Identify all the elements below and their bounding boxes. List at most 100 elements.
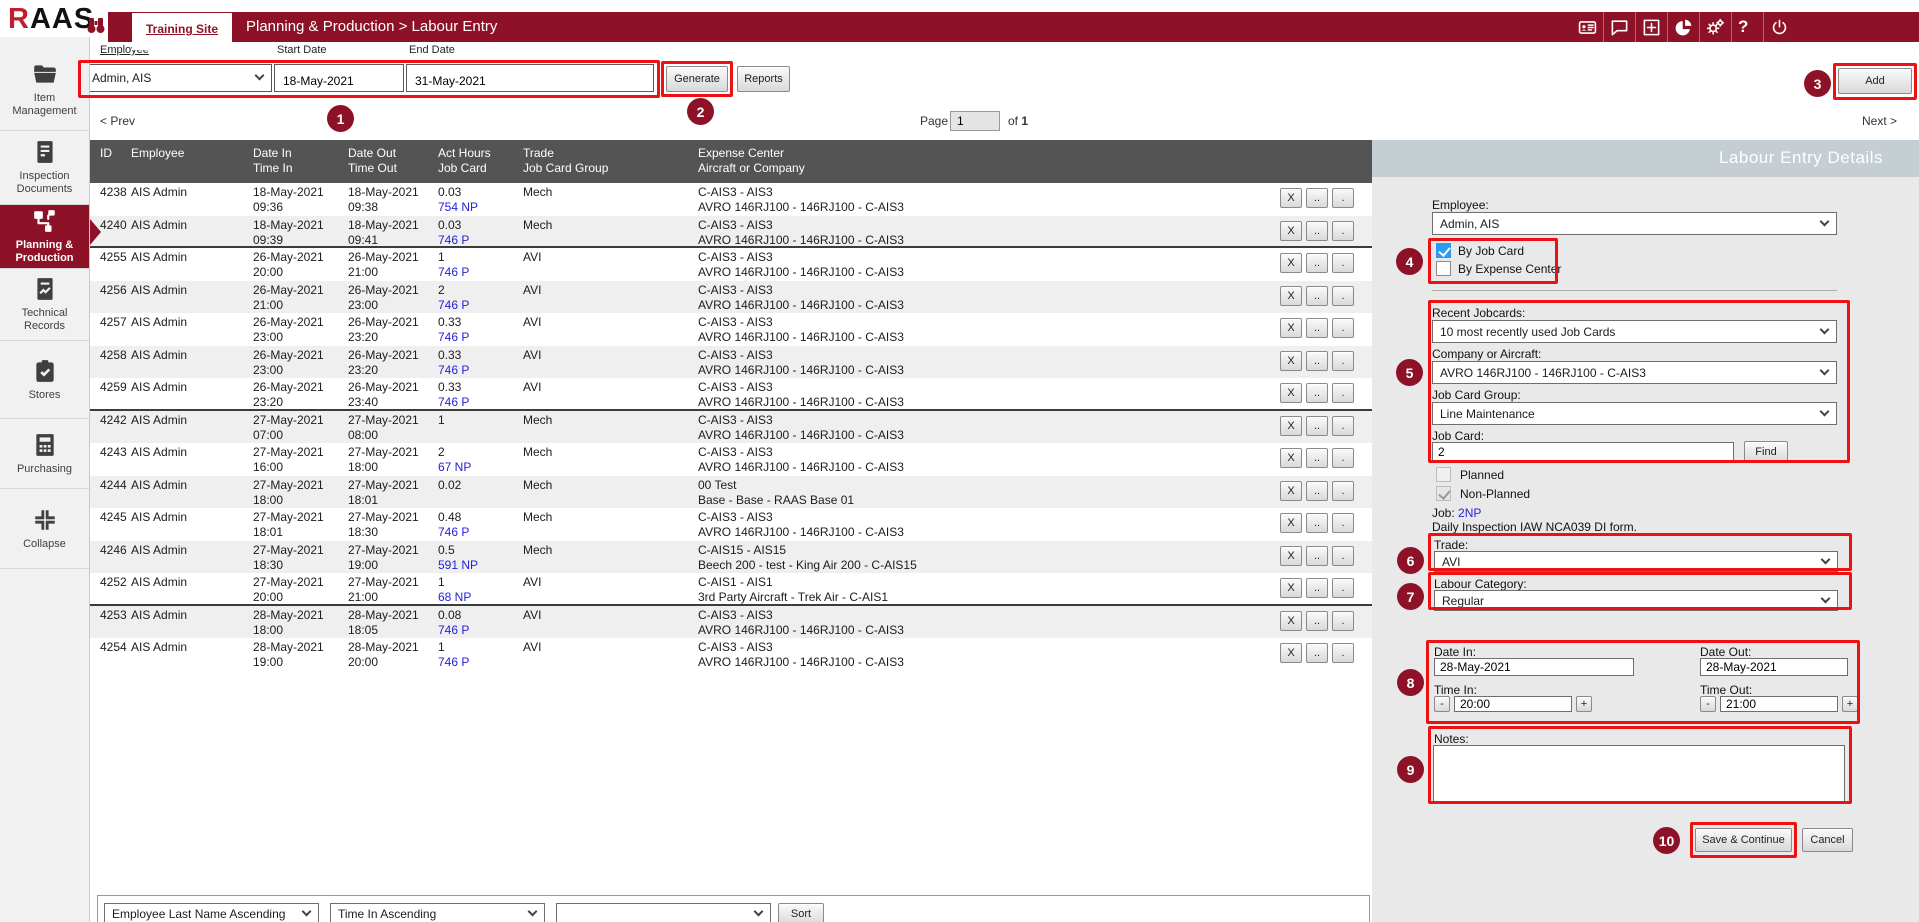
detail-row-button[interactable]: .	[1332, 578, 1354, 598]
sort-select-1[interactable]: Employee Last Name Ascending	[104, 903, 319, 922]
save-continue-button[interactable]: Save & Continue	[1695, 828, 1792, 852]
job-card-link[interactable]: 746 P	[438, 655, 523, 670]
sidebar-item-collapse[interactable]: Collapse	[0, 489, 89, 569]
chat-button[interactable]	[1603, 12, 1635, 42]
delete-row-button[interactable]: X	[1280, 643, 1302, 663]
add-button[interactable]: Add	[1838, 68, 1912, 94]
next-page-link[interactable]: Next >	[1862, 114, 1897, 128]
job-card-link[interactable]: 746 P	[438, 623, 523, 638]
by-job-card-checkbox[interactable]	[1436, 243, 1451, 258]
date-in-input[interactable]	[1434, 658, 1634, 676]
delete-row-button[interactable]: X	[1280, 513, 1302, 533]
job-card-link[interactable]: 67 NP	[438, 460, 523, 475]
edit-row-button[interactable]: ..	[1306, 448, 1328, 468]
job-card-input[interactable]	[1432, 442, 1734, 462]
job-card-link[interactable]: 746 P	[438, 395, 523, 409]
detail-row-button[interactable]: .	[1332, 513, 1354, 533]
delete-row-button[interactable]: X	[1280, 221, 1302, 241]
time-in-plus-button[interactable]: +	[1576, 696, 1592, 712]
job-card-link[interactable]: 746 P	[438, 265, 523, 280]
delete-row-button[interactable]: X	[1280, 351, 1302, 371]
edit-row-button[interactable]: ..	[1306, 351, 1328, 371]
power-button[interactable]	[1763, 12, 1795, 42]
reports-button[interactable]: Reports	[737, 66, 790, 92]
pie-chart-button[interactable]	[1667, 12, 1699, 42]
sidebar-item-stores[interactable]: Stores	[0, 341, 89, 419]
delete-row-button[interactable]: X	[1280, 448, 1302, 468]
labour-category-select[interactable]: Regular	[1434, 590, 1838, 611]
detail-row-button[interactable]: .	[1332, 221, 1354, 241]
sort-button[interactable]: Sort	[778, 903, 824, 922]
edit-row-button[interactable]: ..	[1306, 416, 1328, 436]
sidebar-item-inspection-documents[interactable]: Inspection Documents	[0, 131, 89, 205]
delete-row-button[interactable]: X	[1280, 416, 1302, 436]
delete-row-button[interactable]: X	[1280, 481, 1302, 501]
delete-row-button[interactable]: X	[1280, 286, 1302, 306]
recent-jobcards-select[interactable]: 10 most recently used Job Cards	[1432, 320, 1837, 343]
job-card-link[interactable]: 746 P	[438, 525, 523, 540]
detail-row-button[interactable]: .	[1332, 318, 1354, 338]
edit-row-button[interactable]: ..	[1306, 481, 1328, 501]
sidebar-item-item-management[interactable]: Item Management	[0, 48, 89, 131]
gears-button[interactable]	[1699, 12, 1731, 42]
sidebar-item-purchasing[interactable]: Purchasing	[0, 419, 89, 489]
edit-row-button[interactable]: ..	[1306, 578, 1328, 598]
detail-row-button[interactable]: .	[1332, 481, 1354, 501]
delete-row-button[interactable]: X	[1280, 546, 1302, 566]
job-card-link[interactable]: 746 P	[438, 298, 523, 313]
planned-checkbox[interactable]	[1436, 467, 1451, 482]
detail-row-button[interactable]: .	[1332, 383, 1354, 403]
time-out-minus-button[interactable]: -	[1700, 696, 1716, 712]
cancel-button[interactable]: Cancel	[1802, 828, 1853, 852]
edit-row-button[interactable]: ..	[1306, 383, 1328, 403]
time-in-minus-button[interactable]: -	[1434, 696, 1450, 712]
sidebar-item-planning-production[interactable]: Planning & Production	[0, 205, 89, 269]
edit-row-button[interactable]: ..	[1306, 611, 1328, 631]
delete-row-button[interactable]: X	[1280, 188, 1302, 208]
add-square-button[interactable]	[1635, 12, 1667, 42]
detail-row-button[interactable]: .	[1332, 546, 1354, 566]
non-planned-checkbox[interactable]	[1436, 486, 1451, 501]
detail-row-button[interactable]: .	[1332, 416, 1354, 436]
time-in-input[interactable]	[1454, 696, 1572, 712]
time-out-plus-button[interactable]: +	[1842, 696, 1858, 712]
delete-row-button[interactable]: X	[1280, 578, 1302, 598]
help-button[interactable]: ?	[1731, 12, 1763, 42]
job-card-group-select[interactable]: Line Maintenance	[1432, 402, 1837, 425]
delete-row-button[interactable]: X	[1280, 383, 1302, 403]
date-out-input[interactable]	[1700, 658, 1848, 676]
panel-employee-select[interactable]: Admin, AIS	[1432, 212, 1837, 235]
sort-select-2[interactable]: Time In Ascending	[330, 903, 545, 922]
edit-row-button[interactable]: ..	[1306, 221, 1328, 241]
job-card-link[interactable]: 754 NP	[438, 200, 523, 215]
detail-row-button[interactable]: .	[1332, 643, 1354, 663]
sort-select-3[interactable]	[556, 903, 771, 922]
job-card-link[interactable]: 746 P	[438, 233, 523, 247]
edit-row-button[interactable]: ..	[1306, 546, 1328, 566]
edit-row-button[interactable]: ..	[1306, 513, 1328, 533]
start-date-input[interactable]	[274, 64, 404, 92]
delete-row-button[interactable]: X	[1280, 253, 1302, 273]
by-expense-center-checkbox[interactable]	[1436, 261, 1451, 276]
tab-training-site[interactable]: Training Site	[132, 13, 232, 50]
sidebar-item-technical-records[interactable]: Technical Records	[0, 269, 89, 341]
edit-row-button[interactable]: ..	[1306, 253, 1328, 273]
job-number-link[interactable]: 2NP	[1458, 506, 1481, 520]
detail-row-button[interactable]: .	[1332, 611, 1354, 631]
detail-row-button[interactable]: .	[1332, 188, 1354, 208]
job-card-link[interactable]: 68 NP	[438, 590, 523, 604]
notes-textarea[interactable]	[1433, 745, 1845, 803]
edit-row-button[interactable]: ..	[1306, 643, 1328, 663]
page-number-input[interactable]	[950, 111, 1000, 131]
delete-row-button[interactable]: X	[1280, 611, 1302, 631]
detail-row-button[interactable]: .	[1332, 351, 1354, 371]
delete-row-button[interactable]: X	[1280, 318, 1302, 338]
trade-select[interactable]: AVI	[1434, 551, 1838, 572]
detail-row-button[interactable]: .	[1332, 253, 1354, 273]
employee-filter-select[interactable]: Admin, AIS	[84, 64, 272, 92]
edit-row-button[interactable]: ..	[1306, 188, 1328, 208]
end-date-input[interactable]	[406, 64, 654, 92]
id-card-button[interactable]	[1571, 12, 1603, 42]
detail-row-button[interactable]: .	[1332, 448, 1354, 468]
job-card-link[interactable]: 746 P	[438, 363, 523, 378]
